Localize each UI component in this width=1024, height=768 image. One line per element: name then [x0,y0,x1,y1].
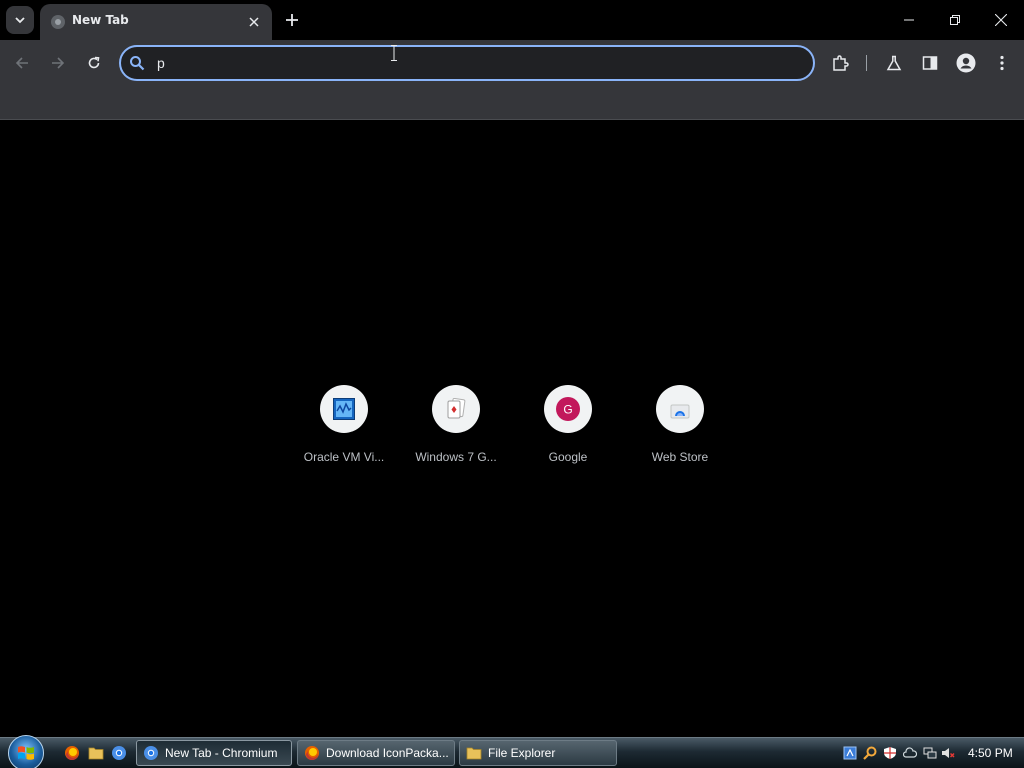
shortcut-label: Web Store [651,450,709,464]
window-close-icon [995,14,1007,26]
favicon-icon [51,15,65,29]
chromium-icon[interactable] [111,745,127,761]
reload-icon [88,56,100,69]
menu-button[interactable] [987,48,1017,78]
taskbar-button-firefox[interactable]: Download IconPacka... [297,740,455,766]
minimize-icon [904,19,914,21]
shortcut-icon-container [320,385,368,433]
i-beam-cursor-icon [391,45,397,61]
plus-icon [286,14,298,26]
shortcut-icon-container [656,385,704,433]
side-panel-button[interactable] [915,48,945,78]
window-close-button[interactable] [978,0,1024,40]
firefox-icon [305,746,319,760]
address-bar-text: p [157,55,165,71]
network-icon[interactable] [923,746,937,760]
reload-button[interactable] [79,48,109,78]
shortcut-web-store[interactable]: Web Store [624,385,736,485]
shortcuts-grid: Oracle VM Vi... Windows 7 G... G Google [288,385,736,485]
shortcut-label: Windows 7 G... [415,450,497,464]
shortcut-label: Oracle VM Vi... [303,450,385,464]
extensions-icon [833,55,849,71]
windows-taskbar: New Tab - Chromium Download IconPacka...… [0,735,1024,768]
bookmarks-bar [0,86,1024,120]
profile-button[interactable] [951,48,981,78]
cards-icon [447,398,466,419]
tab-close-button[interactable] [244,12,264,32]
chevron-down-icon [15,17,25,24]
search-tray-icon[interactable] [863,746,877,760]
taskbar-button-label: Download IconPacka... [326,746,449,760]
back-button[interactable] [7,48,37,78]
labs-button[interactable] [879,48,909,78]
virtualbox-icon [333,398,355,420]
shortcut-google[interactable]: G Google [512,385,624,485]
taskbar-button-chromium[interactable]: New Tab - Chromium [136,740,292,766]
shortcut-oracle-vm[interactable]: Oracle VM Vi... [288,385,400,485]
browser-toolbar: p [0,40,1024,86]
toolbar-separator [866,55,867,71]
taskbar-button-file-explorer[interactable]: File Explorer [459,740,617,766]
restore-icon [950,15,960,25]
start-button[interactable] [8,735,44,768]
shortcut-icon-container [432,385,480,433]
tab-strip: New Tab [0,0,1024,40]
cloud-icon[interactable] [903,746,917,760]
profile-icon [956,53,976,73]
minimize-button[interactable] [886,0,932,40]
forward-icon [52,57,65,69]
windows-logo-icon [18,746,34,760]
menu-icon [1000,55,1004,71]
google-letter: G [563,403,572,417]
forward-button[interactable] [43,48,73,78]
tab-new-tab[interactable]: New Tab [40,4,272,40]
side-panel-icon [922,56,938,70]
clock[interactable]: 4:50 PM [968,746,1013,760]
back-icon [15,57,28,69]
folder-icon[interactable] [88,745,104,761]
taskbar-button-label: File Explorer [488,746,556,760]
labs-icon [886,55,902,71]
restore-button[interactable] [932,0,978,40]
google-icon: G [556,397,580,421]
address-bar[interactable]: p [119,45,815,81]
taskbar-button-label: New Tab - Chromium [165,746,278,760]
new-tab-page: Oracle VM Vi... Windows 7 G... G Google [0,121,1024,737]
shortcut-windows-7-games[interactable]: Windows 7 G... [400,385,512,485]
chromium-icon [144,746,158,760]
search-icon [130,56,145,71]
volume-muted-icon[interactable] [941,746,955,760]
security-icon[interactable] [883,746,897,760]
close-icon [249,17,259,27]
firefox-icon[interactable] [64,745,80,761]
tab-title: New Tab [72,13,129,27]
webstore-icon [670,404,690,419]
shortcut-icon-container: G [544,385,592,433]
new-tab-button[interactable] [280,6,304,34]
network-app-icon[interactable] [843,746,857,760]
tab-search-button[interactable] [6,6,34,34]
shortcut-label: Google [548,450,588,464]
folder-icon [466,747,482,760]
extensions-button[interactable] [825,48,855,78]
